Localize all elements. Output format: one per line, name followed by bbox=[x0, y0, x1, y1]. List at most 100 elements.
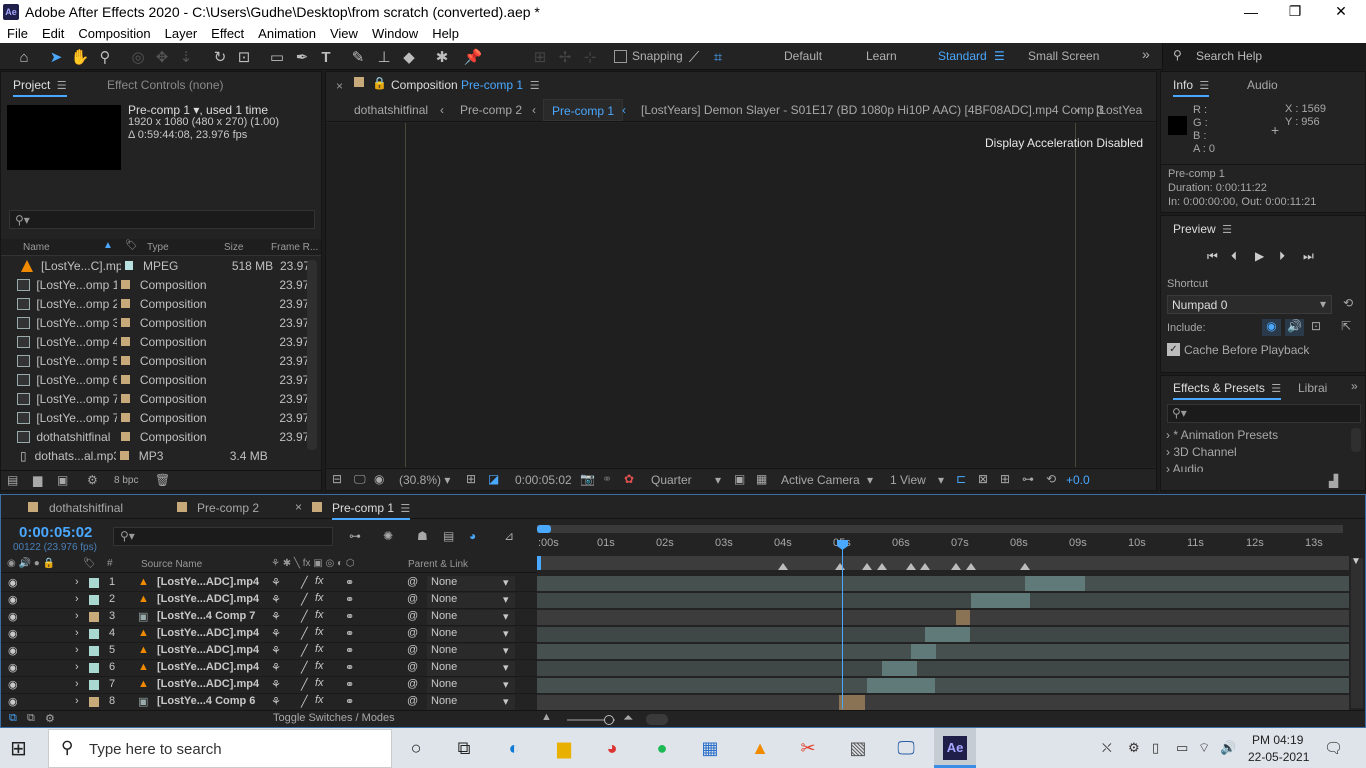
file-explorer-icon[interactable]: ▆ bbox=[550, 734, 578, 762]
show-snapshot-icon[interactable]: ⚭ bbox=[602, 472, 612, 486]
layer-row[interactable]: ◉ › 3 ▣ [LostYe...4 Comp 7 ⚘ ╱ fx ⚭ @ None ▾ bbox=[1, 609, 537, 626]
crumb-comp-3[interactable]: [LostYears] Demon Slayer - S01E17 (BD 10… bbox=[641, 103, 1104, 117]
menu-composition[interactable]: Composition bbox=[71, 26, 157, 41]
type-tool-icon[interactable]: T bbox=[316, 47, 336, 67]
snap-grid-icon[interactable]: ⌗ bbox=[708, 47, 728, 67]
include-audio-icon[interactable]: 🔊 bbox=[1285, 319, 1304, 336]
menu-layer[interactable]: Layer bbox=[158, 26, 205, 41]
layer-name[interactable]: [LostYe...ADC].mp4 bbox=[157, 644, 259, 656]
layer-switches-icon[interactable]: ⧉ bbox=[9, 712, 17, 725]
shortcut-dropdown[interactable]: Numpad 0 ▾ bbox=[1167, 295, 1332, 314]
world-axis-icon[interactable]: ✢ bbox=[555, 47, 575, 67]
layer-row[interactable]: ◉ › 1 ▲ [LostYe...ADC].mp4 ⚘ ╱ fx ⚭ @ None ▾ bbox=[1, 575, 537, 592]
timeline-scrollbar[interactable]: ▼ bbox=[1351, 556, 1363, 708]
quality-switch-icon[interactable]: ╱ bbox=[301, 661, 308, 674]
lock-icon[interactable]: 🔒 bbox=[372, 76, 387, 90]
project-search-input[interactable]: ⚲▾ bbox=[9, 210, 315, 229]
close-tab-icon[interactable]: × bbox=[336, 79, 343, 93]
tab-audio[interactable]: Audio bbox=[1247, 78, 1278, 92]
external-preview-icon[interactable]: ⇱ bbox=[1341, 319, 1351, 333]
quality-switch-icon[interactable]: ╱ bbox=[301, 576, 308, 589]
taskbar-search-box[interactable]: ⚲ Type here to search bbox=[48, 729, 392, 768]
expand-chevron-icon[interactable]: › bbox=[75, 610, 79, 622]
parent-dropdown[interactable]: None ▾ bbox=[427, 576, 515, 591]
close-tab-icon[interactable]: × bbox=[295, 500, 302, 514]
last-frame-icon[interactable]: ⏭ bbox=[1303, 249, 1314, 264]
layer-name[interactable]: [LostYe...4 Comp 7 bbox=[157, 610, 255, 622]
remote-desktop-icon[interactable]: 🖵 bbox=[892, 734, 920, 762]
fast-previews-icon[interactable]: ⊠ bbox=[978, 472, 988, 486]
selection-tool-icon[interactable]: ➤ bbox=[46, 47, 66, 67]
battery-icon[interactable]: ▯ bbox=[1152, 740, 1159, 756]
more-panels-icon[interactable]: » bbox=[1351, 379, 1358, 393]
transfer-controls-icon[interactable]: ⧉ bbox=[27, 712, 35, 725]
project-row[interactable]: [LostYe...C].mp4 MPEG 518 MB 23.976 bbox=[17, 256, 317, 275]
fx-switch-icon[interactable]: fx bbox=[315, 677, 324, 689]
zoom-out-icon[interactable]: ▲ bbox=[541, 711, 552, 723]
calculator-icon[interactable]: ▦ bbox=[696, 734, 724, 762]
layer-label-swatch[interactable] bbox=[89, 646, 99, 656]
channel-icon[interactable]: ✿ bbox=[624, 472, 634, 486]
quality-switch-icon[interactable]: ╱ bbox=[301, 610, 308, 623]
region-of-interest-icon[interactable]: ▣ bbox=[734, 472, 745, 486]
fx-switch-icon[interactable]: fx bbox=[315, 626, 324, 638]
maximize-button[interactable]: ❐ bbox=[1272, 0, 1318, 23]
link-icon[interactable]: ⚭ bbox=[345, 576, 354, 589]
visibility-eye-icon[interactable]: ◉ bbox=[8, 610, 18, 623]
pick-whip-icon[interactable]: @ bbox=[407, 661, 418, 673]
project-row[interactable]: [LostYe...omp 7 Composition 23.976 bbox=[17, 389, 317, 408]
quality-switch-icon[interactable]: ╱ bbox=[301, 627, 308, 640]
next-frame-icon[interactable]: ⏵ bbox=[1279, 249, 1285, 264]
spotify-icon[interactable]: ● bbox=[648, 734, 676, 762]
snapping-checkbox[interactable] bbox=[614, 50, 627, 63]
notifications-icon[interactable]: 🗨 bbox=[1324, 739, 1343, 757]
photos-icon[interactable]: ▧ bbox=[844, 734, 872, 762]
project-row[interactable]: [LostYe...omp 4 Composition 23.976 bbox=[17, 332, 317, 351]
pen-tool-icon[interactable]: ✒ bbox=[292, 47, 312, 67]
label-column-icon[interactable]: 🏷 bbox=[125, 240, 138, 251]
composition-viewer[interactable]: Display Acceleration Disabled bbox=[326, 123, 1156, 467]
layer-marker[interactable] bbox=[1019, 563, 1030, 570]
pick-whip-icon[interactable]: @ bbox=[407, 627, 418, 639]
bit-depth[interactable]: 8 bpc bbox=[114, 475, 138, 486]
project-row[interactable]: [LostYe...omp 1 Composition 23.976 bbox=[17, 275, 317, 294]
layer-duration-bar[interactable] bbox=[956, 610, 970, 625]
layer-label-swatch[interactable] bbox=[89, 612, 99, 622]
link-icon[interactable]: ⚭ bbox=[345, 661, 354, 674]
expand-chevron-icon[interactable]: › bbox=[75, 678, 79, 690]
visibility-eye-icon[interactable]: ◉ bbox=[8, 678, 18, 691]
layer-marker[interactable] bbox=[920, 563, 931, 570]
workspace-default[interactable]: Default bbox=[784, 49, 822, 63]
parent-dropdown[interactable]: None ▾ bbox=[427, 627, 515, 642]
motion-blur-icon[interactable]: ◕ bbox=[469, 529, 476, 543]
menu-animation[interactable]: Animation bbox=[251, 26, 323, 41]
task-view-icon[interactable]: ⧉ bbox=[450, 734, 478, 762]
layer-name[interactable]: [LostYe...ADC].mp4 bbox=[157, 593, 259, 605]
clock-time[interactable]: PM 04:19 bbox=[1252, 733, 1303, 747]
previous-frame-icon[interactable]: ⏴ bbox=[1231, 249, 1237, 264]
shy-switch-icon[interactable]: ⚘ bbox=[271, 661, 281, 674]
layer-row[interactable]: ◉ › 7 ▲ [LostYe...ADC].mp4 ⚘ ╱ fx ⚭ @ None ▾ bbox=[1, 677, 537, 694]
new-folder-icon[interactable]: ▆ bbox=[33, 473, 42, 487]
home-icon[interactable]: ⌂ bbox=[14, 47, 34, 67]
shy-switch-icon[interactable]: ⚘ bbox=[271, 644, 281, 657]
resolution-dropdown[interactable]: Quarter ▾ bbox=[651, 473, 725, 487]
tab-libraries[interactable]: Librai bbox=[1298, 381, 1327, 395]
timeline-search-input[interactable]: ⚲▾ bbox=[113, 527, 333, 546]
windows-start-icon[interactable]: ⊞ bbox=[10, 736, 38, 762]
rotation-tool-icon[interactable]: ↻ bbox=[210, 47, 230, 67]
orbit-camera-icon[interactable]: ◎ bbox=[128, 47, 148, 67]
crumb-dothatshitfinal[interactable]: dothatshitfinal bbox=[354, 103, 428, 117]
link-icon[interactable]: ⚭ bbox=[345, 644, 354, 657]
shy-switch-icon[interactable]: ⚘ bbox=[271, 610, 281, 623]
menu-view[interactable]: View bbox=[323, 26, 365, 41]
col-type[interactable]: Type bbox=[147, 242, 169, 253]
workspace-standard[interactable]: Standard bbox=[938, 49, 987, 63]
layer-label-swatch[interactable] bbox=[89, 595, 99, 605]
layer-marker[interactable] bbox=[862, 563, 873, 570]
layer-row[interactable]: ◉ › 2 ▲ [LostYe...ADC].mp4 ⚘ ╱ fx ⚭ @ None ▾ bbox=[1, 592, 537, 609]
effects-search-input[interactable]: ⚲▾ bbox=[1167, 404, 1361, 423]
horizontal-scroll[interactable] bbox=[646, 714, 668, 725]
link-icon[interactable]: ⚭ bbox=[345, 695, 354, 708]
shy-switch-icon[interactable]: ⚘ bbox=[271, 576, 281, 589]
